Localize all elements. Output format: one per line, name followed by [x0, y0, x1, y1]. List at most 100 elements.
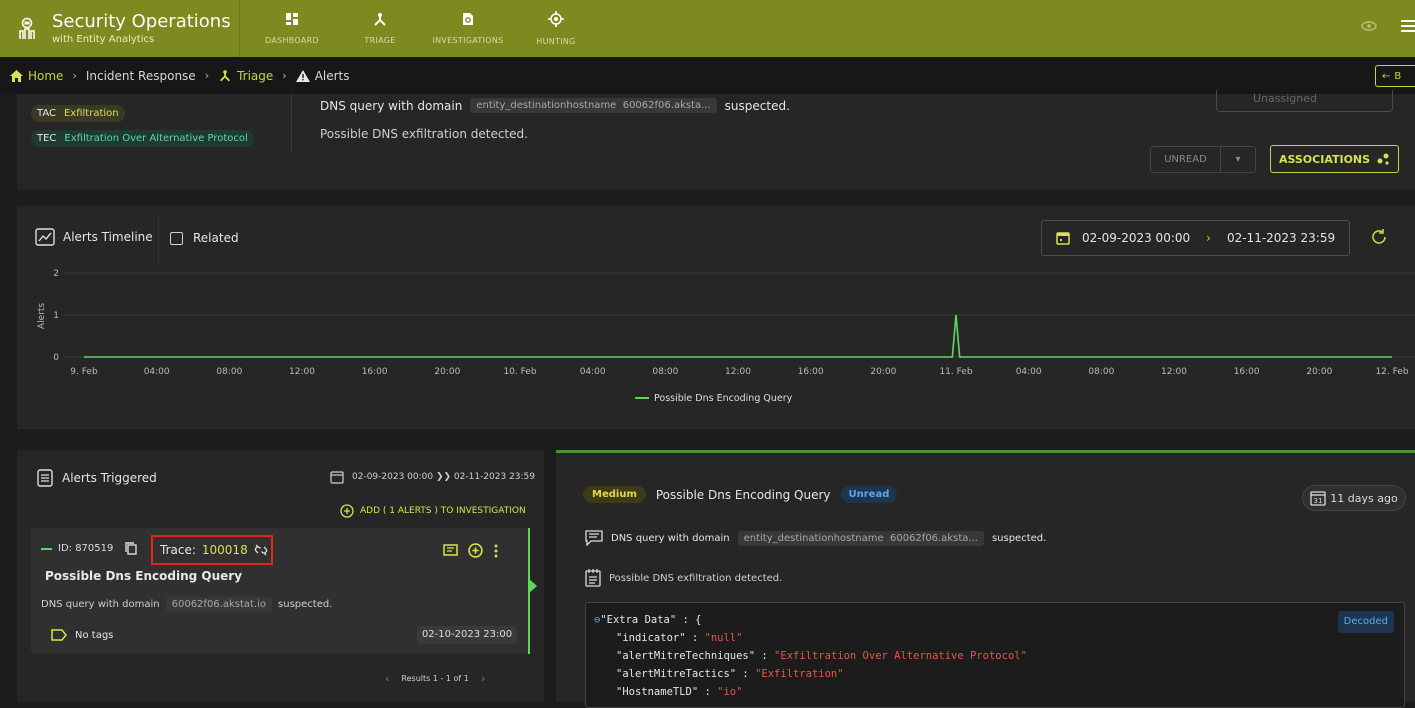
selected-arrow-icon — [528, 578, 537, 594]
age-badge: 31 11 days ago — [1302, 485, 1406, 511]
hunting-icon — [548, 11, 564, 27]
x-tick-label: 16:00 — [1234, 367, 1260, 377]
associations-button[interactable]: ASSOCIATIONS — [1270, 145, 1399, 173]
entity-field-pill[interactable]: entity_destinationhostname 60062f06.akst… — [737, 530, 984, 546]
tags[interactable]: No tags — [51, 629, 113, 641]
y-tick-label: 0 — [53, 353, 59, 363]
detail-header: Medium Possible Dns Encoding Query Unrea… — [583, 486, 898, 503]
alert-card[interactable]: ID: 870519 Trace: 100018 Possible Dns En… — [31, 528, 528, 654]
brand-logo-icon — [16, 16, 38, 42]
x-tick-label: 12:00 — [725, 367, 751, 377]
visibility-icon[interactable] — [1361, 20, 1377, 32]
divider — [291, 94, 292, 152]
x-tick-label: 20:00 — [1306, 367, 1332, 377]
alert-subdescription: Possible DNS exfiltration detected. — [320, 127, 528, 141]
top-navbar: Security Operations with Entity Analytic… — [0, 0, 1415, 57]
series-line — [84, 314, 1392, 358]
next-page-icon[interactable]: › — [481, 672, 485, 685]
menu-icon[interactable] — [1401, 20, 1415, 32]
breadcrumb-triage[interactable]: Triage — [218, 69, 273, 83]
back-button[interactable]: ← B — [1375, 65, 1415, 87]
entity-field-pill[interactable]: entity_destinationhostname 60062f06.akst… — [470, 98, 717, 113]
detail-title: Possible Dns Encoding Query — [655, 487, 831, 502]
chevron-right-icon: › — [72, 69, 77, 82]
detail-subdescription: Possible DNS exfiltration detected. — [585, 569, 782, 587]
x-tick-label: 08:00 — [652, 367, 678, 377]
alert-date: 02-10-2023 23:00 — [417, 626, 517, 644]
dashboard-icon — [286, 13, 298, 25]
technique-chip: TEC Exfiltration Over Alternative Protoco… — [31, 130, 254, 147]
alert-summary-panel: TAC Exfiltration TEC Exfiltration Over Alt… — [17, 90, 1415, 190]
more-vertical-icon[interactable] — [493, 544, 499, 558]
detail-description: DNS query with domain entity_destination… — [585, 530, 1046, 546]
x-tick-label: 20:00 — [870, 367, 896, 377]
severity-indicator — [41, 547, 52, 550]
app-subtitle: with Entity Analytics — [52, 34, 155, 45]
nav-hunting[interactable]: HUNTING — [512, 11, 600, 46]
chevron-right-icon: › — [282, 69, 287, 82]
trace-id[interactable]: Trace: 100018 — [151, 535, 273, 565]
nav-investigations[interactable]: INVESTIGATIONS — [424, 12, 512, 45]
y-tick-label: 1 — [53, 311, 59, 321]
prev-page-icon[interactable]: ‹ — [385, 672, 389, 685]
copy-icon[interactable] — [125, 542, 138, 555]
x-tick-label: 12. Feb — [1375, 367, 1408, 377]
alert-card-actions — [443, 543, 499, 558]
legend-label: Possible Dns Encoding Query — [654, 393, 793, 404]
unread-status-button[interactable]: UNREAD ▾ — [1150, 146, 1256, 173]
domain-pill: 60062f06.akstat.io — [165, 597, 273, 612]
triage-icon — [220, 70, 231, 82]
alerts-triggered-header: Alerts Triggered — [37, 469, 157, 487]
calendar-icon: 31 — [1310, 491, 1326, 506]
top-right-tools — [1361, 20, 1415, 32]
alert-detail-panel: Medium Possible Dns Encoding Query Unrea… — [556, 450, 1415, 708]
add-circle-icon[interactable] — [468, 543, 483, 558]
alert-description: DNS query with domain 60062f06.akstat.io… — [41, 597, 333, 612]
status-badge: Unread — [840, 486, 898, 503]
alert-id: ID: 870519 — [41, 542, 138, 555]
calendar-icon — [330, 471, 344, 484]
notes-icon — [585, 569, 601, 587]
alert-title: Possible Dns Encoding Query — [45, 569, 243, 583]
alerts-timeline-chart: 0 1 2 Alerts 9. Feb 04:00 08:00 12:00 16:00 20:00… — [37, 269, 1415, 404]
x-tick-label: 10. Feb — [503, 367, 536, 377]
tag-icon — [51, 629, 67, 641]
nav-triage[interactable]: TRIAGE — [336, 12, 424, 45]
breadcrumb-alerts: Alerts — [295, 69, 350, 83]
comment-icon[interactable] — [443, 543, 458, 558]
breadcrumb-home[interactable]: Home — [10, 69, 63, 83]
app-title: Security Operations — [52, 11, 231, 32]
associations-icon — [1377, 153, 1389, 165]
x-tick-label: 9. Feb — [70, 367, 98, 377]
nav-dashboard[interactable]: DASHBOARD — [248, 12, 336, 45]
x-tick-label: 16:00 — [798, 367, 824, 377]
breadcrumb: Home › Incident Response › Triage › Aler… — [0, 57, 1415, 94]
extra-data-json[interactable]: ⊖"Extra Data" : { "indicator" : "null" "… — [585, 602, 1405, 708]
triage-icon — [374, 13, 386, 26]
investigations-icon — [463, 13, 473, 25]
chevron-down-icon[interactable]: ▾ — [1221, 154, 1255, 165]
chevron-right-icon: › — [204, 69, 210, 82]
message-icon — [585, 530, 603, 546]
x-tick-label: 08:00 — [1088, 367, 1114, 377]
assignee-select[interactable]: Unassigned — [1216, 90, 1393, 112]
add-to-investigation-button[interactable]: ADD ( 1 ALERTS ) TO INVESTIGATION — [340, 504, 526, 518]
alerts-date-range: 02-09-2023 00:00 ❯❯ 02-11-2023 23:59 — [330, 470, 535, 484]
x-tick-label: 04:00 — [580, 367, 606, 377]
decoded-badge: Decoded — [1337, 611, 1394, 633]
y-axis-label: Alerts — [37, 303, 47, 329]
home-icon — [10, 69, 23, 82]
alert-description: DNS query with domain entity_destination… — [320, 98, 790, 113]
add-circle-icon — [340, 504, 354, 518]
x-tick-label: 20:00 — [434, 367, 460, 377]
brand[interactable]: Security Operations with Entity Analytic… — [0, 0, 240, 57]
breadcrumb-incident-response[interactable]: Incident Response — [86, 69, 196, 83]
tactic-chip: TAC Exfiltration — [31, 105, 125, 122]
svg-text:31: 31 — [1314, 497, 1323, 505]
warning-icon — [295, 69, 310, 82]
x-tick-label: 04:00 — [1016, 367, 1042, 377]
x-tick-label: 12:00 — [1161, 367, 1187, 377]
severity-badge: Medium — [583, 486, 646, 503]
x-tick-label: 16:00 — [362, 367, 388, 377]
x-tick-label: 12:00 — [289, 367, 315, 377]
